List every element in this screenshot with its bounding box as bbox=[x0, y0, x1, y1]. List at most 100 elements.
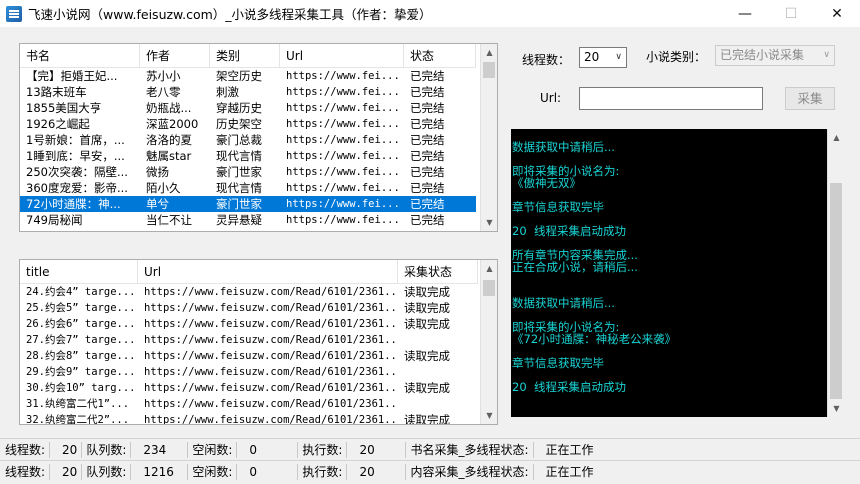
table-row[interactable]: 25.约会5” targe... https://www.feisuzw.com/… bbox=[20, 300, 478, 316]
table-row[interactable]: 1926之崛起 深蓝2000 历史架空 https://www.fei... 已完结 bbox=[20, 116, 476, 132]
status-divider bbox=[297, 441, 299, 458]
status-threads-value: 20 bbox=[62, 464, 78, 479]
table-row[interactable]: 26.约会6” targe... https://www.feisuzw.com/… bbox=[20, 316, 478, 332]
table-row[interactable]: 1号新娘：首席，... 洛洛的夏 豪门总裁 https://www.fei... 已完结 bbox=[20, 132, 476, 148]
chapter_list-cell: 28.约会8” targe... bbox=[26, 350, 136, 362]
chapter_list-col-header[interactable]: Url bbox=[138, 260, 398, 284]
novel_list-col-header[interactable]: 作者 bbox=[140, 44, 210, 68]
status-idle-label: 空闲数: bbox=[192, 443, 233, 457]
table-row[interactable]: 749局秘闻 当仁不让 灵异悬疑 https://www.fei... 已完结 bbox=[20, 212, 476, 228]
table-row[interactable]: 【完】拒婚王妃... 苏小小 架空历史 https://www.fei... 已完结 bbox=[20, 68, 476, 84]
log-line: 数据获取中请稍后... bbox=[512, 140, 615, 154]
novel-list-scrollbar[interactable]: ▲ ▼ bbox=[480, 44, 497, 231]
novel_list-cell: 豪门总裁 bbox=[216, 133, 262, 147]
scroll-up-icon[interactable]: ▲ bbox=[828, 129, 845, 146]
chapter_list-cell: https://www.feisuzw.com/Read/6101/2361..… bbox=[144, 334, 398, 346]
novel_list-cell: 已完结 bbox=[410, 85, 445, 99]
scroll-up-icon[interactable]: ▲ bbox=[481, 260, 497, 277]
scroll-down-icon[interactable]: ▼ bbox=[828, 400, 845, 417]
scroll-up-icon[interactable]: ▲ bbox=[481, 44, 497, 61]
chapter_list-cell: https://www.feisuzw.com/Read/6101/2361..… bbox=[144, 382, 398, 394]
novel_list-cell: https://www.fei... bbox=[286, 102, 400, 114]
table-row[interactable]: 29.约会9” targe... https://www.feisuzw.com/… bbox=[20, 364, 478, 380]
novel_list-cell: 老八零 bbox=[146, 85, 181, 99]
status-exec-label: 执行数: bbox=[302, 443, 343, 457]
status-divider bbox=[405, 463, 407, 480]
novel_list-cell: 单兮 bbox=[146, 197, 169, 211]
novel_list-col-header[interactable]: Url bbox=[280, 44, 404, 68]
chapter-list[interactable]: title Url 采集状态 24.约会4” targe... https://www… bbox=[19, 259, 498, 425]
novel_list-col-header[interactable]: 类别 bbox=[210, 44, 280, 68]
table-row[interactable]: 360度宠爱：影帝... 陌小久 现代言情 https://www.fei... 已完结 bbox=[20, 180, 476, 196]
novel_list-cell: https://www.fei... bbox=[286, 150, 400, 162]
chapter_list-cell: 读取完成 bbox=[404, 301, 450, 315]
chapter_list-cell: https://www.feisuzw.com/Read/6101/2361..… bbox=[144, 366, 398, 378]
minimize-icon: — bbox=[738, 5, 752, 22]
chapter-list-scrollbar[interactable]: ▲ ▼ bbox=[480, 260, 497, 424]
close-button[interactable]: ✕ bbox=[814, 0, 860, 27]
table-row[interactable]: 24.约会4” targe... https://www.feisuzw.com/… bbox=[20, 284, 478, 300]
novel-list[interactable]: 书名 作者 类别 Url 状态 【完】拒婚王妃... 苏小小 架空历史 https://www… bbox=[19, 43, 498, 232]
status-idle-label: 空闲数: bbox=[192, 465, 233, 479]
novel_list-cell: 洛洛的夏 bbox=[146, 133, 192, 147]
thread-count-select[interactable]: 20 ∨ bbox=[579, 47, 627, 68]
log-console-scrollbar[interactable]: ▲ ▼ bbox=[827, 129, 844, 417]
chapter_list-col-header[interactable]: 采集状态 bbox=[398, 260, 478, 284]
status-divider bbox=[130, 463, 132, 480]
table-row[interactable]: 1睡到底：早安，... 魅属star 现代言情 https://www.fei... 已… bbox=[20, 148, 476, 164]
table-row[interactable]: 1855美国大亨 奶瓶战... 穿越历史 https://www.fei... 已完结 bbox=[20, 100, 476, 116]
table-row[interactable]: 30.约会10” targ... https://www.feisuzw.com/… bbox=[20, 380, 478, 396]
scroll-down-icon[interactable]: ▼ bbox=[481, 214, 497, 231]
title-bar: 飞速小说网（www.feisuzw.com）_小说多线程采集工具（作者：挚爱） … bbox=[0, 0, 860, 27]
scroll-down-icon[interactable]: ▼ bbox=[481, 407, 497, 424]
chapter_list-col-header[interactable]: title bbox=[20, 260, 138, 284]
chapter_list-cell: 读取完成 bbox=[404, 413, 450, 425]
collect-button[interactable]: 采集 bbox=[785, 87, 835, 110]
status-divider bbox=[532, 441, 534, 458]
table-row[interactable]: 27.约会7” targe... https://www.feisuzw.com/… bbox=[20, 332, 478, 348]
scroll-thumb[interactable] bbox=[830, 183, 842, 399]
chapter_list-cell: https://www.feisuzw.com/Read/6101/2361..… bbox=[144, 398, 398, 410]
novel_list-cell: 穿越历史 bbox=[216, 101, 262, 115]
url-input[interactable] bbox=[579, 87, 763, 110]
minimize-button[interactable]: — bbox=[722, 0, 768, 27]
novel_list-cell: 1855美国大亨 bbox=[26, 101, 102, 115]
table-row[interactable]: 250次突袭：隔壁... 微扬 豪门世家 https://www.fei... 已完结 bbox=[20, 164, 476, 180]
chapter-list-header: title Url 采集状态 bbox=[20, 260, 478, 284]
novel_list-cell: https://www.fei... bbox=[286, 86, 400, 98]
chapter_list-cell: https://www.feisuzw.com/Read/6101/2361..… bbox=[144, 286, 398, 298]
log-line: 20 线程采集启动成功 bbox=[512, 380, 626, 394]
scroll-thumb[interactable] bbox=[483, 62, 495, 78]
window-title: 飞速小说网（www.feisuzw.com）_小说多线程采集工具（作者：挚爱） bbox=[28, 7, 432, 22]
table-row[interactable]: 13路末班车 老八零 刺激 https://www.fei... 已完结 bbox=[20, 84, 476, 100]
novel_list-cell: 历史架空 bbox=[216, 117, 262, 131]
table-row[interactable]: 72小时通牒：神... 单兮 豪门世家 https://www.fei... 已完结 bbox=[20, 196, 476, 212]
chapter_list-cell bbox=[398, 396, 478, 412]
log-line: 章节信息获取完毕 bbox=[512, 356, 604, 370]
novel_list-cell: https://www.fei... bbox=[286, 198, 400, 210]
novel_list-cell: 刺激 bbox=[216, 85, 239, 99]
novel_list-col-header[interactable]: 书名 bbox=[20, 44, 140, 68]
novel_list-cell: 豪门世家 bbox=[216, 165, 262, 179]
table-row[interactable]: 32.纨绔富二代2”... https://www.feisuzw.com/Rea… bbox=[20, 412, 478, 425]
status-threads-label: 线程数: bbox=[5, 443, 46, 457]
novel_list-cell: 奶瓶战... bbox=[146, 101, 192, 115]
novel_list-cell: 250次突袭：隔壁... bbox=[26, 165, 128, 179]
novel_list-cell: 深蓝2000 bbox=[146, 117, 199, 131]
status-divider bbox=[187, 441, 189, 458]
status-threads: 线程数: 20 bbox=[5, 439, 77, 461]
novel_list-cell: 魅属star bbox=[146, 149, 192, 163]
novel_list-cell: 749局秘闻 bbox=[26, 213, 83, 227]
status-exec-value: 20 bbox=[359, 464, 375, 479]
status-divider bbox=[297, 463, 299, 480]
scroll-thumb[interactable] bbox=[483, 280, 495, 296]
novel_list-cell: 已完结 bbox=[410, 213, 445, 227]
status-bar-content-collect: 线程数: 20 队列数: 1216 空闲数: 0 执行数: 20 内容采集_多线程状态: 正在工作 bbox=[0, 460, 860, 482]
table-row[interactable]: 31.纨绔富二代1”... https://www.feisuzw.com/Rea… bbox=[20, 396, 478, 412]
table-row[interactable]: 28.约会8” targe... https://www.feisuzw.com/… bbox=[20, 348, 478, 364]
chapter_list-cell: 26.约会6” targe... bbox=[26, 318, 136, 330]
novel_list-col-header[interactable]: 状态 bbox=[404, 44, 476, 68]
log-line: 20 线程采集启动成功 bbox=[512, 224, 626, 238]
category-select: 已完结小说采集 ∨ bbox=[715, 45, 835, 66]
